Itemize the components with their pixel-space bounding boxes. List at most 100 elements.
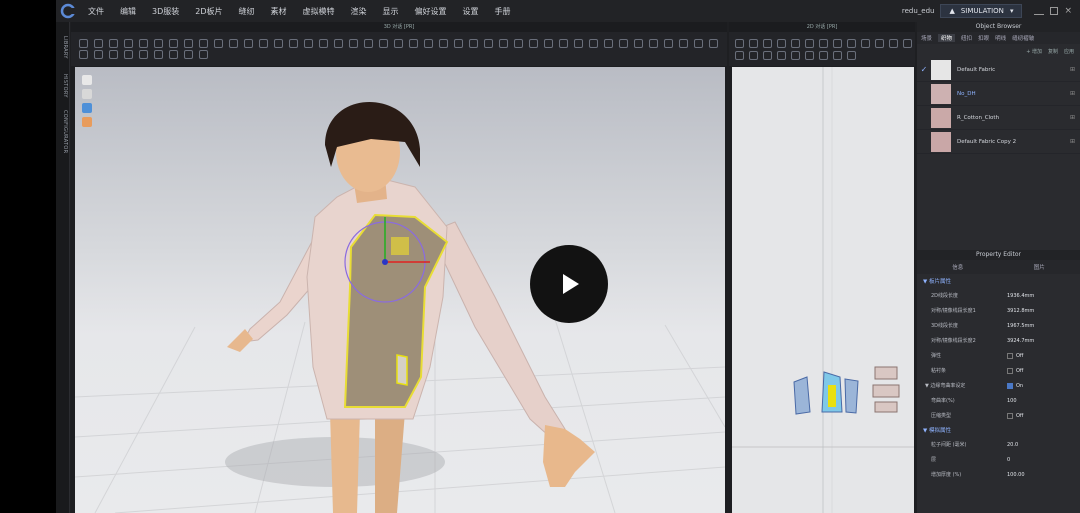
tool-icon[interactable] bbox=[109, 39, 118, 48]
play-button[interactable] bbox=[530, 245, 608, 323]
tab-library[interactable]: LIBRARY bbox=[58, 36, 68, 59]
menu-display[interactable]: 显示 bbox=[375, 6, 407, 17]
tool-icon[interactable] bbox=[514, 39, 523, 48]
tool-icon[interactable] bbox=[349, 39, 358, 48]
tool-icon[interactable] bbox=[184, 50, 193, 59]
tool-icon[interactable] bbox=[694, 39, 703, 48]
tool-icon[interactable] bbox=[889, 38, 898, 48]
property-row[interactable]: 粘衬条 Off bbox=[917, 363, 1080, 378]
menu-avatar[interactable]: 虚拟模特 bbox=[295, 6, 343, 17]
checkbox[interactable] bbox=[1007, 382, 1013, 389]
tool-icon[interactable] bbox=[394, 39, 403, 48]
tool-icon[interactable] bbox=[244, 39, 253, 48]
menu-sewing[interactable]: 缝纫 bbox=[231, 6, 263, 17]
tool-icon[interactable] bbox=[735, 38, 744, 48]
2d-pattern-canvas[interactable] bbox=[732, 67, 914, 513]
tab-topstitch[interactable]: 明线 bbox=[995, 34, 1006, 42]
tool-icon[interactable] bbox=[199, 50, 208, 59]
tool-icon[interactable] bbox=[319, 39, 328, 48]
tool-icon[interactable] bbox=[791, 38, 800, 48]
tool-icon[interactable] bbox=[184, 39, 193, 48]
tool-icon[interactable] bbox=[805, 50, 814, 60]
tool-icon[interactable] bbox=[763, 38, 772, 48]
tab-pucker[interactable]: 缝纫褶皱 bbox=[1012, 34, 1034, 42]
tool-icon[interactable] bbox=[439, 39, 448, 48]
tool-icon[interactable] bbox=[749, 38, 758, 48]
apply-button[interactable]: 应用 bbox=[1064, 48, 1074, 55]
mode-selector[interactable]: ▲ SIMULATION ▾ bbox=[940, 4, 1023, 18]
tool-icon[interactable] bbox=[124, 50, 133, 59]
tool-icon[interactable] bbox=[109, 50, 118, 59]
close-button[interactable]: × bbox=[1064, 6, 1072, 16]
tool-icon[interactable] bbox=[79, 39, 88, 48]
tool-icon[interactable] bbox=[875, 38, 884, 48]
menu-render[interactable]: 渲染 bbox=[343, 6, 375, 17]
tool-icon[interactable] bbox=[559, 39, 568, 48]
tab-history[interactable]: HISTORY bbox=[58, 74, 68, 98]
tool-icon[interactable] bbox=[94, 39, 103, 48]
checkbox[interactable] bbox=[1007, 412, 1013, 419]
tab-buttonhole[interactable]: 扣眼 bbox=[978, 34, 989, 42]
minimize-button[interactable] bbox=[1034, 7, 1045, 15]
property-row[interactable]: ▼ 边缘弯曲率设定 On bbox=[917, 378, 1080, 393]
tool-icon[interactable] bbox=[777, 38, 786, 48]
copy-button[interactable]: 复制 bbox=[1048, 48, 1058, 55]
tool-icon[interactable] bbox=[199, 39, 208, 48]
tool-icon[interactable] bbox=[304, 39, 313, 48]
fabric-options-icon[interactable]: ⊞ bbox=[1070, 66, 1080, 73]
tab-configurator[interactable]: CONFIGURATOR bbox=[58, 110, 68, 153]
add-button[interactable]: + 增加 bbox=[1026, 48, 1042, 55]
tool-icon[interactable] bbox=[861, 38, 870, 48]
menu-manual[interactable]: 手册 bbox=[487, 6, 519, 17]
checkbox[interactable] bbox=[1007, 352, 1013, 359]
tool-icon[interactable] bbox=[424, 39, 433, 48]
tab-info[interactable]: 信息 bbox=[952, 263, 963, 271]
tool-icon[interactable] bbox=[229, 39, 238, 48]
property-row[interactable]: 弯曲率(%) 100 bbox=[917, 393, 1080, 408]
fabric-options-icon[interactable]: ⊞ bbox=[1070, 114, 1080, 121]
tool-icon[interactable] bbox=[679, 39, 688, 48]
tool-icon[interactable] bbox=[214, 39, 223, 48]
tool-icon[interactable] bbox=[124, 39, 133, 48]
fabric-options-icon[interactable]: ⊞ bbox=[1070, 138, 1080, 145]
tab-button[interactable]: 纽扣 bbox=[961, 34, 972, 42]
tool-icon[interactable] bbox=[664, 39, 673, 48]
tool-icon[interactable] bbox=[805, 38, 814, 48]
tool-icon[interactable] bbox=[847, 38, 856, 48]
list-item[interactable]: ✓ Default Fabric ⊞ bbox=[917, 58, 1080, 82]
checkbox[interactable] bbox=[1007, 367, 1013, 374]
tool-icon[interactable] bbox=[833, 38, 842, 48]
tool-icon[interactable] bbox=[364, 39, 373, 48]
menu-2d-pattern[interactable]: 2D板片 bbox=[187, 6, 230, 17]
tool-icon[interactable] bbox=[379, 39, 388, 48]
tool-icon[interactable] bbox=[154, 50, 163, 59]
property-row[interactable]: 增加厚度 (%) 100.00 bbox=[917, 467, 1080, 482]
tool-icon[interactable] bbox=[749, 50, 758, 60]
tool-icon[interactable] bbox=[819, 50, 828, 60]
list-item[interactable]: No_DH ⊞ bbox=[917, 82, 1080, 106]
tool-icon[interactable] bbox=[544, 39, 553, 48]
tool-icon[interactable] bbox=[763, 50, 772, 60]
menu-3d-garment[interactable]: 3D服装 bbox=[144, 6, 187, 17]
property-row[interactable]: 粒子间距 (毫米) 20.0 bbox=[917, 437, 1080, 452]
tool-icon[interactable] bbox=[709, 39, 718, 48]
maximize-button[interactable] bbox=[1050, 7, 1059, 15]
section-header[interactable]: ▼ 板片属性 bbox=[917, 274, 1080, 288]
tool-icon[interactable] bbox=[819, 38, 828, 48]
menu-settings[interactable]: 设置 bbox=[455, 6, 487, 17]
tool-icon[interactable] bbox=[454, 39, 463, 48]
tool-icon[interactable] bbox=[259, 39, 268, 48]
menu-file[interactable]: 文件 bbox=[80, 6, 112, 17]
tab-scene[interactable]: 场景 bbox=[921, 34, 932, 42]
tool-icon[interactable] bbox=[169, 50, 178, 59]
property-row[interactable]: 压缩类型 Off bbox=[917, 408, 1080, 423]
tool-icon[interactable] bbox=[334, 39, 343, 48]
tool-icon[interactable] bbox=[574, 39, 583, 48]
tool-icon[interactable] bbox=[274, 39, 283, 48]
user-name[interactable]: redu_edu bbox=[902, 7, 935, 15]
tool-icon[interactable] bbox=[169, 39, 178, 48]
tool-icon[interactable] bbox=[634, 39, 643, 48]
tab-fabric[interactable]: 织物 bbox=[938, 34, 956, 42]
menu-materials[interactable]: 素材 bbox=[263, 6, 295, 17]
tool-icon[interactable] bbox=[469, 39, 478, 48]
